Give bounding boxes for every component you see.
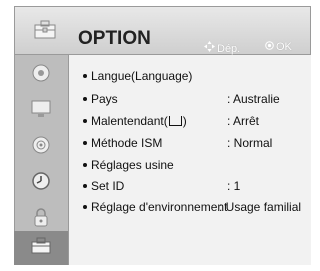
- sidebar: [14, 55, 68, 265]
- menu-item-language[interactable]: Langue(Language): [83, 70, 192, 82]
- monitor-icon: [30, 99, 52, 124]
- sidebar-item-audio[interactable]: [14, 129, 68, 165]
- bullet: [83, 162, 87, 167]
- menu-item-value: : 1: [227, 179, 241, 193]
- page-title: OPTION: [78, 28, 151, 49]
- menu-item-hearing-impaired[interactable]: Malentendant(): [83, 115, 187, 127]
- sidebar-item-picture[interactable]: [14, 57, 68, 93]
- sidebar-item-option[interactable]: [14, 231, 68, 265]
- menu-item-ism-method[interactable]: Méthode ISM: [83, 137, 162, 149]
- nav-hint-label: Dép.: [217, 43, 241, 55]
- menu-item-mode-setting[interactable]: Réglage d'environnement: [83, 201, 227, 213]
- option-icon: [31, 237, 51, 260]
- audio-icon: [31, 135, 51, 160]
- menu-item-label: Malentendant(: [91, 114, 168, 128]
- menu-item-factory-reset[interactable]: Réglages usine: [83, 159, 174, 171]
- menu-item-value: : Arrêt: [227, 114, 260, 128]
- ok-hint-label: OK: [276, 41, 292, 53]
- bullet: [83, 204, 87, 209]
- clock-icon: [31, 171, 51, 196]
- menu-item-value: : Normal: [227, 136, 273, 150]
- bullet: [83, 183, 87, 188]
- menu-item-value: : Usage familial: [219, 200, 302, 214]
- ok-hint: OK: [265, 41, 292, 53]
- menu-item-label: Réglages usine: [91, 158, 174, 172]
- picture-icon: [31, 63, 51, 88]
- subtitle-icon: [168, 115, 182, 126]
- menu-item-set-id[interactable]: Set ID: [83, 180, 124, 192]
- sidebar-item-time[interactable]: [14, 165, 68, 201]
- sidebar-item-screen[interactable]: [14, 93, 68, 129]
- nav-hint: Dép.: [204, 41, 240, 55]
- menu-item-label-end: ): [182, 114, 187, 128]
- menu-item-label: Set ID: [91, 179, 125, 193]
- toolbox-icon: [34, 20, 56, 40]
- bullet: [83, 118, 87, 123]
- navigate-icon: [204, 41, 215, 55]
- menu-item-label: Langue(Language): [91, 69, 193, 83]
- bullet: [83, 96, 87, 101]
- bullet: [83, 73, 87, 78]
- menu-item-label: Pays: [91, 92, 118, 106]
- bullet: [83, 140, 87, 145]
- menu-item-label: Méthode ISM: [91, 136, 163, 150]
- menu-item-country[interactable]: Pays: [83, 93, 118, 105]
- ok-button-icon: [265, 41, 274, 53]
- menu-item-label: Réglage d'environnement: [91, 200, 228, 214]
- lock-icon: [31, 206, 51, 233]
- menu-item-value: : Australie: [227, 92, 280, 106]
